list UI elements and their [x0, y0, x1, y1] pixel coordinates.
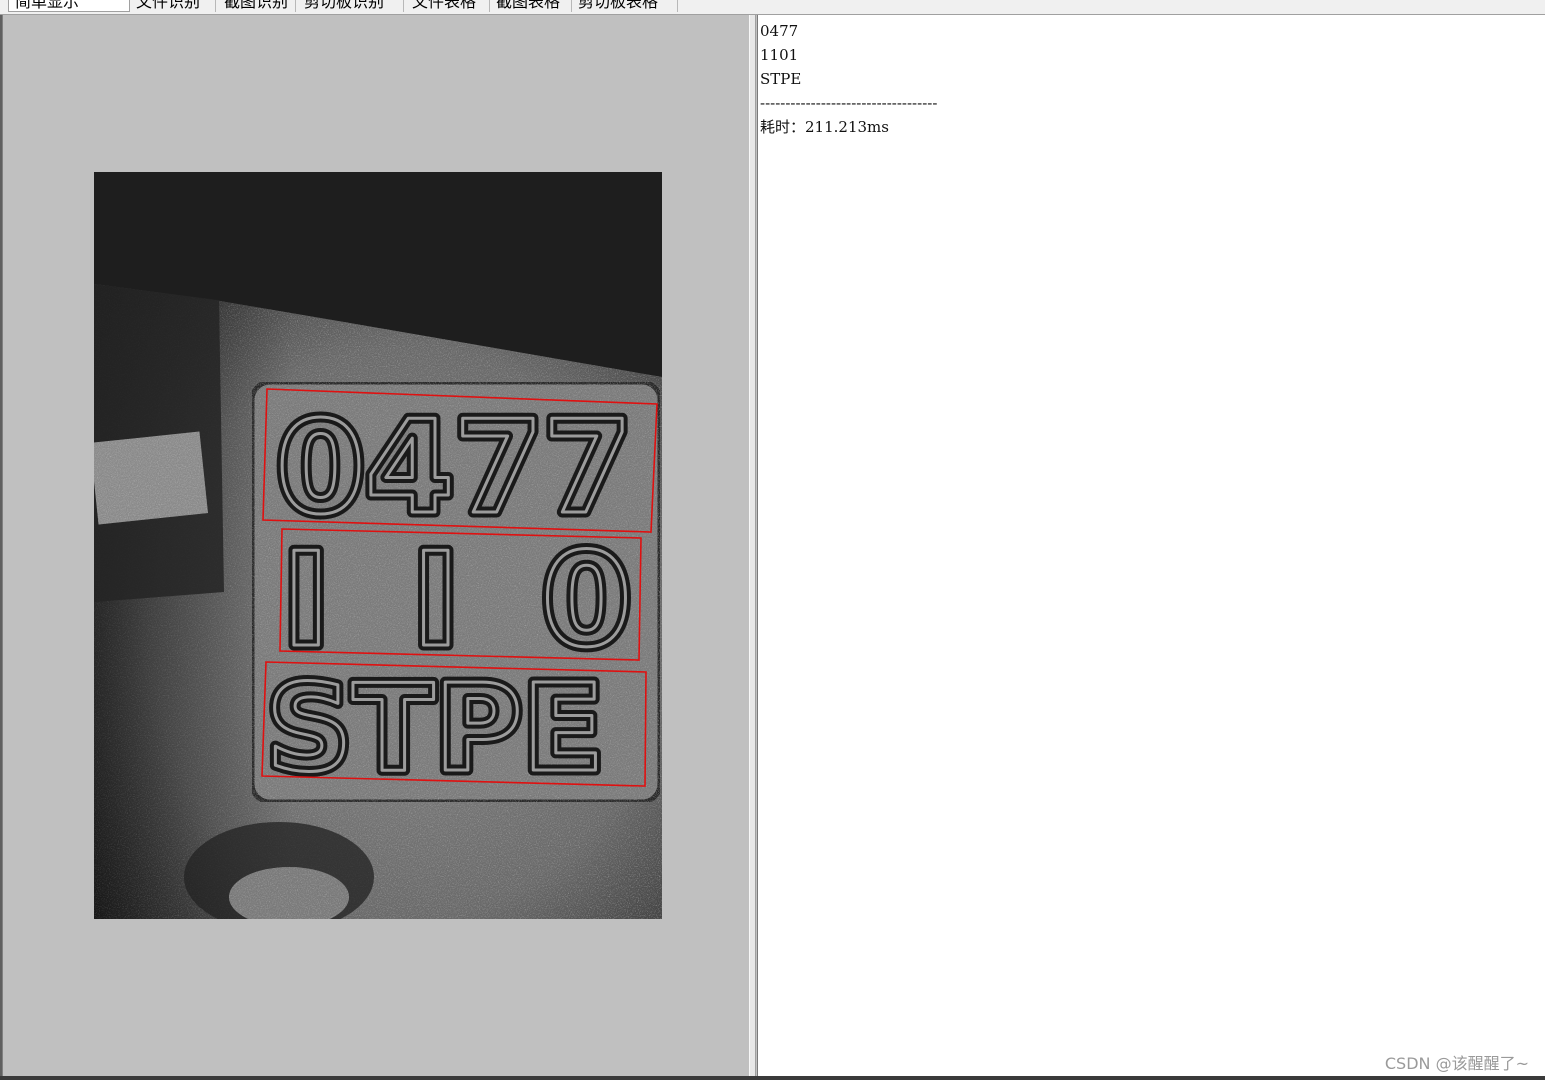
toolbar: 简单显示 文件识别 截图识别 剪切板识别 文件表格 截图表格 剪切板表格 — [0, 0, 1545, 15]
panel-splitter[interactable] — [749, 15, 756, 1076]
file-recognize-button[interactable]: 文件识别 — [130, 0, 216, 12]
clipboard-recognize-button[interactable]: 剪切板识别 — [298, 0, 404, 12]
file-table-button[interactable]: 文件表格 — [406, 0, 490, 12]
stamped-metal-photo: 0477 I I 0 I STPE 0477 I I 0 I STPE — [94, 172, 662, 919]
result-line-3: STPE — [760, 70, 802, 88]
svg-text:0477: 0477 — [276, 394, 632, 543]
ocr-result-textbox[interactable]: 0477 1101 STPE -------------------------… — [757, 15, 1545, 1076]
ocr-app-window: 简单显示 文件识别 截图识别 剪切板识别 文件表格 截图表格 剪切板表格 047… — [0, 0, 1545, 1080]
csdn-watermark: CSDN @该醒醒了~ — [1384, 1054, 1529, 1073]
result-line-1: 0477 — [760, 22, 799, 40]
ocr-source-photo: 0477 I I 0 I STPE 0477 I I 0 I STPE — [94, 172, 662, 919]
screenshot-table-button[interactable]: 截图表格 — [490, 0, 572, 12]
simple-display-button[interactable]: 简单显示 — [8, 0, 130, 12]
result-elapsed-time: 耗时：211.213ms — [760, 118, 889, 136]
result-separator: ----------------------------------- — [760, 94, 938, 112]
screenshot-recognize-button[interactable]: 截图识别 — [218, 0, 296, 12]
result-line-2: 1101 — [760, 46, 799, 64]
image-display-panel: 0477 I I 0 I STPE 0477 I I 0 I STPE — [2, 15, 750, 1076]
clipboard-table-button[interactable]: 剪切板表格 — [572, 0, 678, 12]
bottom-window-border — [0, 1076, 1545, 1080]
